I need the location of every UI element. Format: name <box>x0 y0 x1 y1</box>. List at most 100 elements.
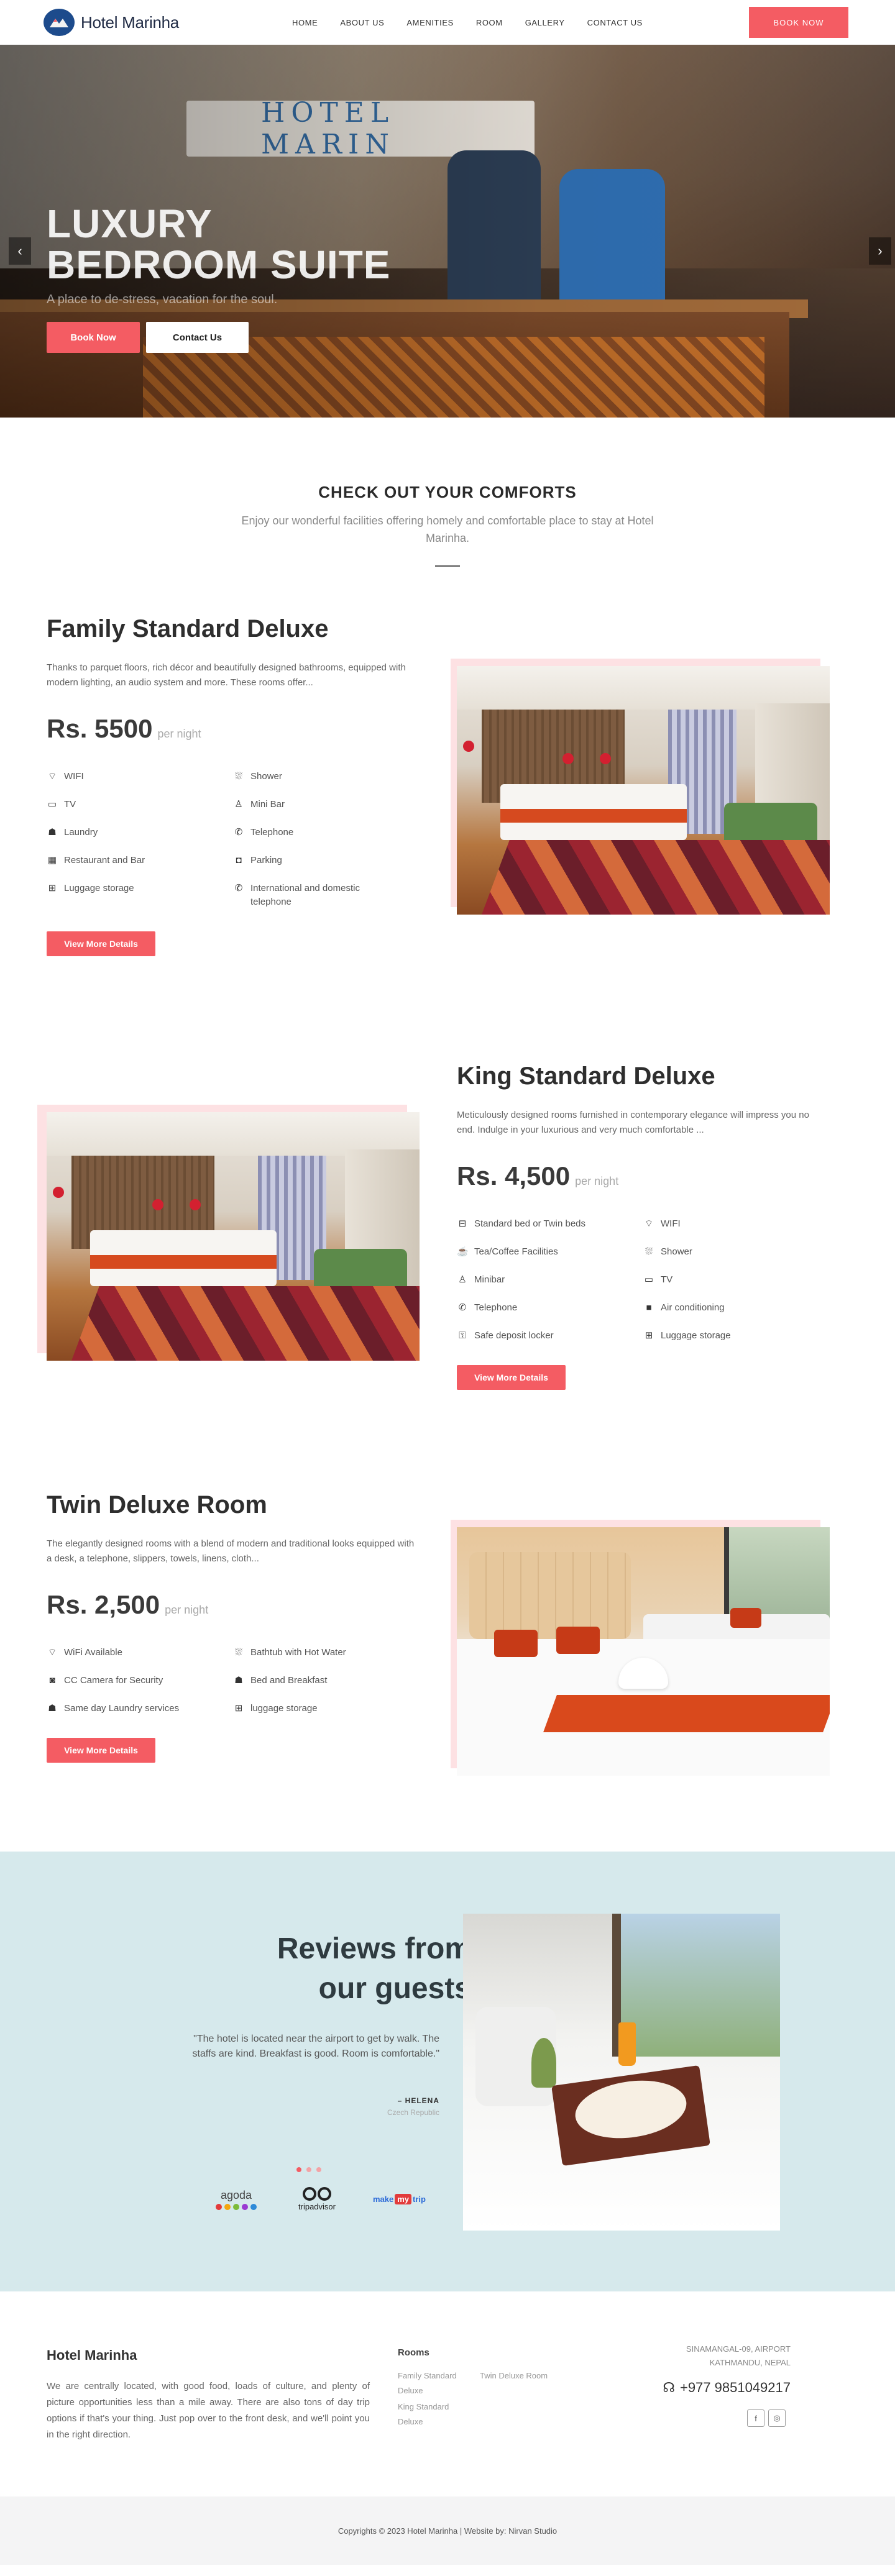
amenity-label: luggage storage <box>250 1703 318 1714</box>
tv-icon: ▭ <box>47 799 57 810</box>
amenity-item: ☕ Tea/Coffee Facilities <box>457 1245 643 1259</box>
tripadvisor-logo[interactable]: tripadvisor <box>286 2187 348 2211</box>
amenity-label: Mini Bar <box>250 799 285 810</box>
footer-address: SINAMANGAL-09, AIRPORT KATHMANDU, NEPAL <box>641 2342 791 2370</box>
brand[interactable]: Hotel Marinha <box>44 9 179 36</box>
reviews-heading-line: our guests <box>318 1972 471 2005</box>
view-more-details-button[interactable]: View More Details <box>47 1738 155 1763</box>
amenity-item: ☗ Same day Laundry services <box>47 1702 233 1715</box>
footer-title: Hotel Marinha <box>47 2347 137 2363</box>
coffee-icon: ☕ <box>457 1246 469 1257</box>
address-line: KATHMANDU, NEPAL <box>709 2358 791 2367</box>
laundry-icon: ☗ <box>48 1703 57 1714</box>
luggage-icon: ⊞ <box>645 1330 653 1341</box>
amenity-item: ▭ TV <box>47 798 233 811</box>
pagination-dot[interactable] <box>296 2167 301 2172</box>
price-amount: Rs. 4,500 <box>457 1161 571 1190</box>
amenity-item: ✆ International and domestic telephone <box>233 882 420 909</box>
bedroom-image <box>47 1112 420 1361</box>
mini-bar-icon: ♙ <box>234 799 243 810</box>
nav-about-us[interactable]: ABOUT US <box>340 18 384 27</box>
chevron-left-icon[interactable]: ‹ <box>9 237 31 265</box>
footer-room-link[interactable]: Family Standard Deluxe <box>398 2368 472 2398</box>
hotel-logo <box>44 9 75 36</box>
nav-gallery[interactable]: GALLERY <box>525 18 565 27</box>
shower-icon: ⛆ <box>645 1246 653 1257</box>
view-more-details-button[interactable]: View More Details <box>47 931 155 956</box>
room-price: Rs. 5500 per night <box>47 714 420 744</box>
twin-room-image <box>457 1527 830 1776</box>
amenity-item: ⊞ luggage storage <box>233 1702 420 1715</box>
hero-slider: HOTEL MARIN LUXURY BEDROOM SUITE A place… <box>0 45 895 418</box>
amenity-label: Same day Laundry services <box>64 1703 180 1714</box>
key-icon: ⚿ <box>459 1330 466 1341</box>
amenity-label: Minibar <box>474 1274 505 1285</box>
hero-buttons: Book Now Contact Us <box>47 322 390 353</box>
amenities-list: ⌔ WIFI ⛆ Shower ▭ TV ♙ Mini Bar ☗ Laundry ✆ Te… <box>47 770 420 909</box>
nav-home[interactable]: HOME <box>292 18 318 27</box>
amenity-item: ⛆ Bathtub with Hot Water <box>233 1646 420 1660</box>
hero-book-now-button[interactable]: Book Now <box>47 322 140 353</box>
section-divider <box>435 565 460 567</box>
amenity-item: ♙ Minibar <box>457 1273 643 1287</box>
amenity-label: Restaurant and Bar <box>64 855 145 866</box>
hero-title-line: LUXURY <box>47 201 213 246</box>
room-info: King Standard Deluxe Meticulously design… <box>457 1062 830 1390</box>
amenity-label: WiFi Available <box>64 1647 122 1658</box>
mmt-my: my <box>395 2194 412 2204</box>
room-title: King Standard Deluxe <box>457 1062 715 1090</box>
mmt-trip: trip <box>413 2195 426 2204</box>
amenity-label: Parking <box>250 855 282 866</box>
agoda-logo[interactable]: agoda <box>211 2189 261 2210</box>
amenities-list: ⊟ Standard bed or Twin beds ⌔ WIFI ☕ Tea/Co… <box>457 1217 830 1343</box>
amenity-item: ⚿ Safe deposit locker <box>457 1329 643 1343</box>
footer-phone[interactable]: ☊ +977 9851049217 <box>663 2380 791 2396</box>
amenity-label: International and domestic telephone <box>250 883 360 907</box>
hero-contact-us-button[interactable]: Contact Us <box>146 322 249 353</box>
view-more-details-button[interactable]: View More Details <box>457 1365 566 1390</box>
book-now-button[interactable]: BOOK NOW <box>749 7 848 38</box>
facebook-icon[interactable]: f <box>747 2409 764 2427</box>
phone-number: +977 9851049217 <box>679 2380 791 2395</box>
review-pagination <box>296 2167 321 2172</box>
tv-icon: ▭ <box>644 1274 654 1285</box>
room-price: Rs. 4,500 per night <box>457 1161 830 1191</box>
room-description: Meticulously designed rooms furnished in… <box>457 1110 809 1135</box>
wifi-icon: ⌔ <box>644 1218 654 1229</box>
reviews-section: Reviews from our guests "The hotel is lo… <box>0 1852 895 2291</box>
amenity-label: TV <box>661 1274 673 1285</box>
room-photo <box>37 1105 420 1361</box>
nav-room[interactable]: ROOM <box>476 18 503 27</box>
room-card-twin-deluxe-room: Twin Deluxe Room The elegantly designed … <box>0 1491 895 1852</box>
amenity-label: WIFI <box>64 771 84 782</box>
nav-contact-us[interactable]: CONTACT US <box>587 18 643 27</box>
footer-room-link[interactable]: King Standard Deluxe <box>398 2400 472 2429</box>
wifi-icon: ⌔ <box>47 771 57 782</box>
footer-room-link[interactable]: Twin Deluxe Room <box>480 2368 567 2383</box>
copyright-text: Copyrights © 2023 Hotel Marinha | Websit… <box>337 2526 558 2536</box>
comforts-heading: CHECK OUT YOUR COMFORTS <box>318 483 577 501</box>
brand-name: Hotel Marinha <box>81 12 179 32</box>
amenity-label: Shower <box>250 771 282 782</box>
hero-content: LUXURY BEDROOM SUITE A place to de-stres… <box>47 203 390 353</box>
mmt-make: make <box>373 2195 394 2204</box>
chevron-right-icon[interactable]: › <box>869 237 891 265</box>
nav-amenities[interactable]: AMENITIES <box>406 18 453 27</box>
bathtub-icon: ⛆ <box>234 1647 242 1658</box>
amenity-item: ▭ TV <box>643 1273 830 1287</box>
room-card-king-standard-deluxe: King Standard Deluxe Meticulously design… <box>0 1062 895 1491</box>
price-unit: per night <box>165 1604 209 1616</box>
makemytrip-logo[interactable]: make my trip <box>373 2194 426 2204</box>
amenity-item: ⛆ Shower <box>643 1245 830 1259</box>
room-price: Rs. 2,500 per night <box>47 1590 420 1620</box>
agoda-dots <box>216 2203 257 2210</box>
amenity-item: ♙ Mini Bar <box>233 798 420 811</box>
instagram-icon[interactable]: ◎ <box>768 2409 786 2427</box>
pagination-dot[interactable] <box>316 2167 321 2172</box>
parking-icon: ◘ <box>236 855 242 866</box>
amenities-list: ⌔ WiFi Available ⛆ Bathtub with Hot Water … <box>47 1646 420 1715</box>
pagination-dot[interactable] <box>306 2167 311 2172</box>
amenity-label: Luggage storage <box>64 883 134 893</box>
room-description: The elegantly designed rooms with a blen… <box>47 1538 415 1564</box>
price-amount: Rs. 5500 <box>47 714 153 743</box>
